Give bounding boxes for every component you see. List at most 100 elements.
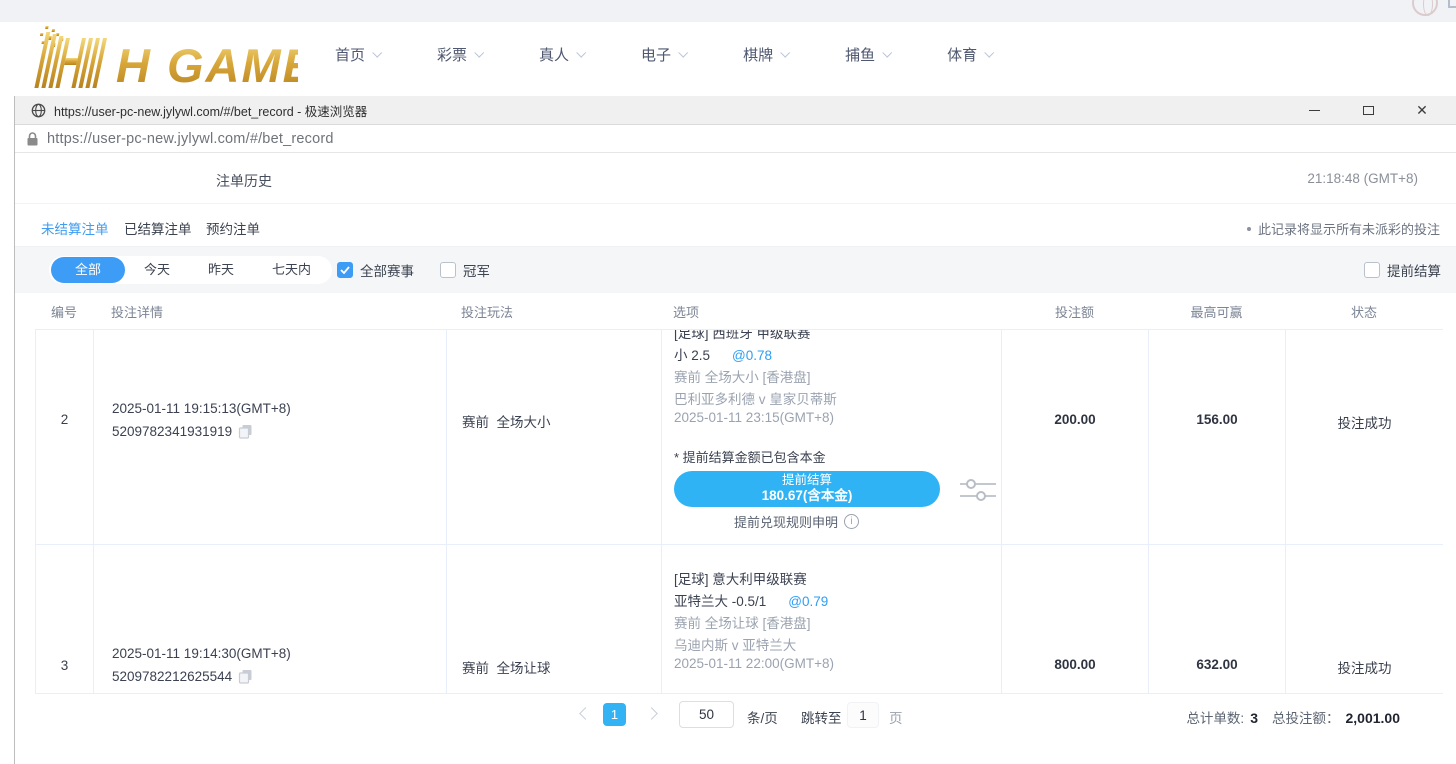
nav-item-home[interactable]: 首页: [335, 44, 380, 65]
row-no: 3: [36, 658, 93, 673]
site-header: H GAME 首页 彩票 真人 电子 棋牌 捕鱼 体育: [0, 22, 1456, 96]
table-row: 3 2025-01-11 19:14:30(GMT+8) 52097822126…: [35, 544, 1443, 694]
checkbox-unchecked-icon[interactable]: [1364, 262, 1380, 278]
nav-label: 棋牌: [743, 44, 773, 65]
cashout-button[interactable]: 提前结算 180.67(含本金): [674, 471, 940, 507]
range-yesterday[interactable]: 昨天: [189, 258, 253, 282]
cashout-button-amount: 180.67(含本金): [762, 488, 853, 505]
bet-status: 投注成功: [1286, 412, 1443, 432]
match: 巴利亚多利德 v 皇家贝蒂斯: [674, 388, 837, 408]
pick-row: 亚特兰大 -0.5/1@0.79: [674, 590, 828, 610]
current-page-button[interactable]: 1: [603, 703, 626, 726]
copy-icon[interactable]: [238, 669, 253, 684]
nav-label: 首页: [335, 44, 365, 65]
copy-icon[interactable]: [238, 424, 253, 439]
nav-item-sports[interactable]: 体育: [947, 44, 992, 65]
browser-titlebar[interactable]: https://user-pc-new.jylywl.com/#/bet_rec…: [15, 96, 1456, 125]
checkbox-unchecked-icon[interactable]: [440, 262, 456, 278]
max-win: 156.00: [1149, 412, 1285, 427]
nav-label: 彩票: [437, 44, 467, 65]
cell-amount: 800.00: [1001, 545, 1148, 693]
nav-label: 电子: [641, 44, 671, 65]
bet-time: 2025-01-11 19:14:30(GMT+8): [112, 646, 291, 661]
bet-amount: 200.00: [1002, 412, 1148, 427]
bet-table: 编号 投注详情 投注玩法 选项 投注额 最高可赢 状态 2 2025-01-11…: [35, 293, 1443, 694]
early-settlement-checkbox[interactable]: 提前结算: [1364, 260, 1441, 280]
info-icon[interactable]: i: [844, 514, 859, 529]
total-amount-label: 总投注额：: [1272, 711, 1340, 726]
checkbox-checked-icon[interactable]: [337, 262, 353, 278]
lock-icon: [27, 132, 38, 146]
pagination-bar: 1 条/页 跳转至 页 总计单数:3 总投注额：2,001.00: [15, 697, 1456, 733]
corner-icon: [1448, 0, 1456, 8]
champion-label: 冠军: [463, 260, 490, 280]
address-bar[interactable]: https://user-pc-new.jylywl.com/#/bet_rec…: [15, 125, 1456, 153]
total-count: 总计单数:3: [1186, 707, 1258, 727]
top-strip: [0, 0, 1456, 22]
tab-reserved[interactable]: 预约注单: [206, 218, 260, 238]
jump-page-input[interactable]: [847, 702, 879, 728]
cell-status: 投注成功: [1285, 545, 1443, 693]
nav-label: 体育: [947, 44, 977, 65]
nav-item-lottery[interactable]: 彩票: [437, 44, 482, 65]
cashout-rules-text[interactable]: 提前兑现规则申明: [734, 512, 838, 531]
league-name: [足球] 意大利甲级联赛: [674, 568, 807, 588]
nav-item-cards[interactable]: 棋牌: [743, 44, 788, 65]
cashout-note: * 提前结算金额已包含本金: [674, 447, 826, 466]
chevron-down-icon: [576, 47, 586, 57]
main-nav: 首页 彩票 真人 电子 棋牌 捕鱼 体育: [335, 44, 992, 65]
cell-no: 2: [35, 330, 93, 544]
chevron-down-icon: [474, 47, 484, 57]
globe-icon: [31, 103, 46, 118]
total-amount: 总投注额：2,001.00: [1272, 707, 1400, 727]
nav-label: 捕鱼: [845, 44, 875, 65]
event-filters: 全部赛事 冠军: [337, 260, 490, 280]
logo[interactable]: H GAME: [18, 24, 298, 97]
chevron-down-icon: [372, 47, 382, 57]
nav-item-fishing[interactable]: 捕鱼: [845, 44, 890, 65]
minimize-button[interactable]: [1300, 100, 1328, 120]
prev-page-icon[interactable]: [579, 707, 592, 720]
nav-label: 真人: [539, 44, 569, 65]
nav-item-live[interactable]: 真人: [539, 44, 584, 65]
champion-checkbox[interactable]: 冠军: [440, 260, 490, 280]
all-events-checkbox[interactable]: 全部赛事: [337, 260, 414, 280]
bet-time: 2025-01-11 19:15:13(GMT+8): [112, 401, 291, 416]
tab-unsettled[interactable]: 未结算注单: [41, 218, 109, 238]
odds: @0.79: [788, 594, 828, 609]
close-button[interactable]: ✕: [1408, 100, 1436, 120]
range-all[interactable]: 全部: [51, 257, 125, 283]
col-status: 状态: [1285, 302, 1443, 321]
chevron-down-icon: [882, 47, 892, 57]
early-settlement-label: 提前结算: [1387, 260, 1441, 280]
bet-id: 5209782212625544: [112, 669, 232, 684]
pick-row: 小 2.5@0.78: [674, 344, 772, 364]
next-page-icon[interactable]: [645, 707, 658, 720]
cell-play: 赛前 全场大小: [446, 330, 661, 544]
date-range-segment: 全部 今天 昨天 七天内: [49, 256, 332, 284]
bet-id: 5209782341931919: [112, 424, 232, 439]
cashout-rules-link[interactable]: 提前兑现规则申明 i: [734, 512, 859, 531]
maximize-button[interactable]: [1354, 100, 1382, 120]
bet-status: 投注成功: [1286, 657, 1443, 677]
cell-maxwin: 632.00: [1148, 545, 1285, 693]
pick: 小 2.5: [674, 348, 710, 363]
chevron-down-icon: [678, 47, 688, 57]
tab-settled[interactable]: 已结算注单: [124, 218, 192, 238]
nav-item-slots[interactable]: 电子: [641, 44, 686, 65]
cell-maxwin: 156.00: [1148, 330, 1285, 544]
sliders-icon[interactable]: [960, 477, 996, 503]
range-today[interactable]: 今天: [125, 258, 189, 282]
url-text[interactable]: https://user-pc-new.jylywl.com/#/bet_rec…: [47, 131, 334, 147]
chevron-down-icon: [984, 47, 994, 57]
cell-detail: 2025-01-11 19:15:13(GMT+8) 5209782341931…: [93, 330, 446, 544]
range-7days[interactable]: 七天内: [253, 258, 330, 282]
col-detail: 投注详情: [93, 302, 446, 321]
logo-monogram: [34, 32, 108, 88]
bullet-dot-icon: [1247, 227, 1251, 231]
cell-amount: 200.00: [1001, 330, 1148, 544]
clock: 21:18:48 (GMT+8): [1307, 171, 1418, 186]
page-size-input[interactable]: [679, 701, 734, 728]
page-title: 注单历史: [216, 171, 272, 191]
total-count-label: 总计单数:: [1186, 711, 1244, 726]
